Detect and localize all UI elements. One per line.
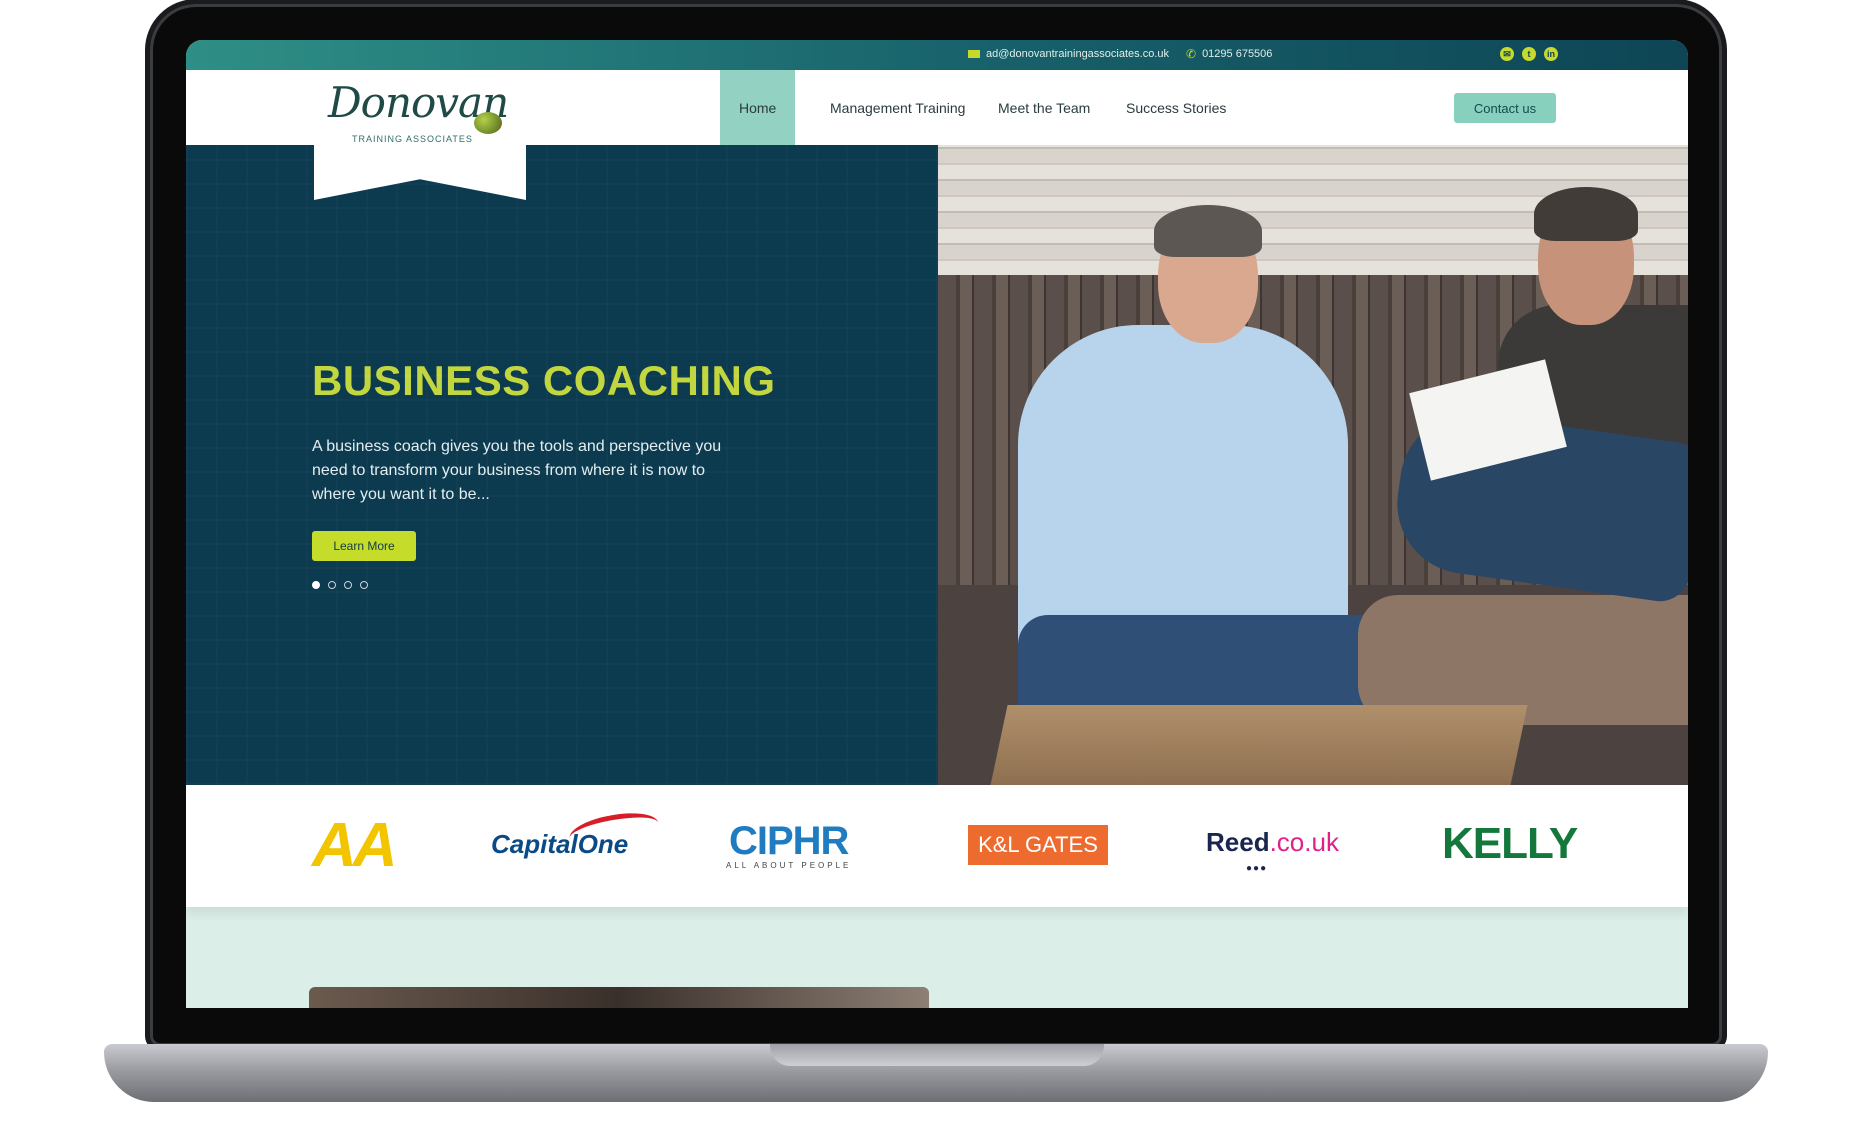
client-logo-kelly: KELLY: [1442, 819, 1578, 868]
nav-management-training[interactable]: Management Training: [830, 70, 965, 145]
client-logo-capitalone: CapitalOne: [491, 807, 662, 860]
social-links: ✉ t in: [1500, 47, 1558, 61]
hero-panel: BUSINESS COACHING A business coach gives…: [186, 145, 938, 785]
client-logos: AA CapitalOne CIPHR ALL ABOUT PEOPLE K&L…: [186, 785, 1688, 907]
email-link[interactable]: ad@donovantrainingassociates.co.uk: [986, 48, 1169, 60]
phone-number[interactable]: 01295 675506: [1202, 48, 1272, 60]
email-contact[interactable]: ad@donovantrainingassociates.co.uk: [968, 48, 1169, 60]
slide-dot-4[interactable]: [360, 581, 368, 589]
slide-dot-1[interactable]: [312, 581, 320, 589]
client-logo-kl-gates: K&L GATES: [968, 825, 1108, 865]
slide-dot-3[interactable]: [344, 581, 352, 589]
client-logo-aa: AA: [312, 811, 398, 880]
website-screen: ad@donovantrainingassociates.co.uk ✆ 012…: [186, 40, 1688, 1008]
slider-dots: [312, 581, 368, 589]
utility-bar: ad@donovantrainingassociates.co.uk ✆ 012…: [186, 40, 1688, 70]
client-logo-reed: Reed.co.uk ●●●: [1206, 827, 1339, 874]
client-logo-ciphr: CIPHR ALL ABOUT PEOPLE: [726, 819, 852, 870]
video-thumbnail[interactable]: [309, 987, 929, 1008]
hero-title: BUSINESS COACHING: [312, 357, 776, 404]
contact-us-button[interactable]: Contact us: [1454, 93, 1556, 123]
phone-contact[interactable]: ✆ 01295 675506: [1186, 48, 1272, 60]
phone-icon: ✆: [1186, 47, 1197, 61]
laptop-notch: [770, 1044, 1104, 1066]
nav-success-stories[interactable]: Success Stories: [1126, 70, 1226, 145]
learn-more-button[interactable]: Learn More: [312, 531, 416, 561]
hero-text: A business coach gives you the tools and…: [312, 438, 722, 503]
slide-dot-2[interactable]: [328, 581, 336, 589]
mail-icon: [968, 50, 980, 58]
email-icon[interactable]: ✉: [1500, 47, 1514, 61]
nav-meet-the-team[interactable]: Meet the Team: [998, 70, 1090, 145]
logo-ball-icon: [474, 112, 502, 134]
twitter-icon[interactable]: t: [1522, 47, 1536, 61]
nav-home[interactable]: Home: [720, 70, 796, 145]
logo-tagline: TRAINING ASSOCIATES: [352, 134, 473, 144]
hero-photo: [938, 145, 1688, 785]
linkedin-icon[interactable]: in: [1544, 47, 1558, 61]
